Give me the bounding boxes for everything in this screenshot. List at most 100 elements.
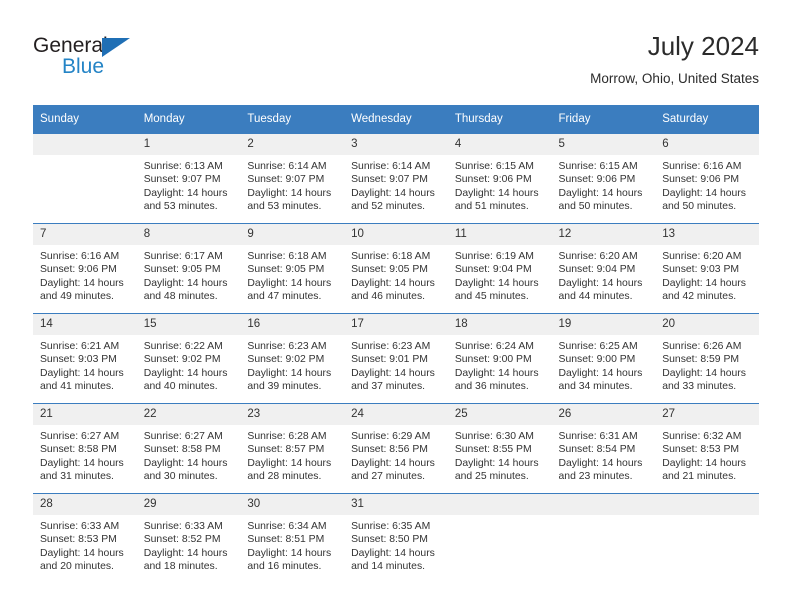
page-subtitle-location: Morrow, Ohio, United States [590, 71, 759, 86]
calendar-day-cell[interactable]: 28 Sunrise: 6:33 AM Sunset: 8:53 PM Dayligh… [33, 493, 137, 583]
day-daylight1-text: Daylight: 14 hours [40, 547, 124, 559]
day-daylight2-text: and 40 minutes. [143, 380, 218, 392]
calendar-day-cell[interactable]: 1 Sunrise: 6:13 AM Sunset: 9:07 PM Daylight… [136, 133, 241, 224]
calendar-day-cell[interactable]: 11 Sunrise: 6:19 AM Sunset: 9:04 PM Dayligh… [447, 223, 552, 314]
calendar-day-cell[interactable]: 15 Sunrise: 6:22 AM Sunset: 9:02 PM Dayligh… [136, 313, 241, 404]
calendar-day-cell[interactable]: 30 Sunrise: 6:34 AM Sunset: 8:51 PM Dayligh… [240, 493, 345, 583]
calendar-day-cell[interactable]: 18 Sunrise: 6:24 AM Sunset: 9:00 PM Dayligh… [447, 313, 552, 404]
calendar-day-cell[interactable]: 8 Sunrise: 6:17 AM Sunset: 9:05 PM Daylight… [136, 223, 241, 314]
weekday-header-wednesday: Wednesday [344, 105, 448, 134]
day-number: 16 [240, 314, 345, 335]
calendar-day-cell[interactable]: 26 Sunrise: 6:31 AM Sunset: 8:54 PM Dayligh… [551, 403, 656, 494]
calendar-day-cell[interactable]: 21 Sunrise: 6:27 AM Sunset: 8:58 PM Dayligh… [33, 403, 137, 494]
day-number: 18 [447, 314, 552, 335]
day-details: Sunrise: 6:29 AM Sunset: 8:56 PM Daylight:… [344, 425, 448, 483]
day-number [655, 494, 759, 515]
day-sunset-text: Sunset: 9:01 PM [351, 354, 428, 366]
day-number [551, 494, 656, 515]
day-details: Sunrise: 6:14 AM Sunset: 9:07 PM Daylight:… [240, 155, 344, 213]
day-sunrise-text: Sunrise: 6:22 AM [143, 341, 223, 352]
day-daylight2-text: and 53 minutes. [143, 200, 218, 212]
day-sunrise-text: Sunrise: 6:29 AM [351, 431, 431, 442]
calendar-day-cell[interactable]: 2 Sunrise: 6:14 AM Sunset: 9:07 PM Daylight… [240, 133, 345, 224]
day-number: 15 [136, 314, 241, 335]
day-sunset-text: Sunset: 9:04 PM [454, 264, 532, 276]
day-daylight1-text: Daylight: 14 hours [247, 457, 332, 469]
day-sunset-text: Sunset: 9:06 PM [662, 174, 740, 186]
day-number: 14 [33, 314, 137, 335]
day-sunrise-text: Sunrise: 6:24 AM [454, 341, 534, 352]
general-blue-logo[interactable]: General Blue [33, 34, 253, 90]
calendar-day-cell[interactable]: 13 Sunrise: 6:20 AM Sunset: 9:03 PM Dayligh… [655, 223, 759, 314]
day-details: Sunrise: 6:14 AM Sunset: 9:07 PM Daylight:… [344, 155, 448, 213]
calendar-day-cell[interactable]: 24 Sunrise: 6:29 AM Sunset: 8:56 PM Dayligh… [344, 403, 448, 494]
calendar-day-cell[interactable]: 17 Sunrise: 6:23 AM Sunset: 9:01 PM Dayligh… [344, 313, 448, 404]
day-sunrise-text: Sunrise: 6:15 AM [558, 161, 638, 172]
day-sunrise-text: Sunrise: 6:34 AM [247, 521, 327, 532]
calendar-day-cell[interactable]: 29 Sunrise: 6:33 AM Sunset: 8:52 PM Dayligh… [136, 493, 241, 583]
day-sunset-text: Sunset: 9:05 PM [351, 264, 428, 276]
day-details: Sunrise: 6:16 AM Sunset: 9:06 PM Daylight:… [33, 245, 137, 303]
weekday-header-thursday: Thursday [447, 105, 552, 134]
day-details: Sunrise: 6:17 AM Sunset: 9:05 PM Daylight:… [137, 245, 241, 303]
day-sunrise-text: Sunrise: 6:27 AM [143, 431, 223, 442]
day-daylight1-text: Daylight: 14 hours [143, 187, 228, 199]
day-daylight2-text: and 50 minutes. [558, 200, 633, 212]
day-sunset-text: Sunset: 8:51 PM [247, 534, 325, 546]
day-details: Sunrise: 6:22 AM Sunset: 9:02 PM Daylight:… [137, 335, 241, 393]
day-daylight1-text: Daylight: 14 hours [558, 367, 643, 379]
calendar-day-cell[interactable]: 27 Sunrise: 6:32 AM Sunset: 8:53 PM Dayligh… [655, 403, 759, 494]
day-daylight1-text: Daylight: 14 hours [558, 457, 643, 469]
day-daylight1-text: Daylight: 14 hours [454, 457, 539, 469]
day-sunset-text: Sunset: 9:04 PM [558, 264, 636, 276]
calendar-day-cell[interactable]: 20 Sunrise: 6:26 AM Sunset: 8:59 PM Dayligh… [655, 313, 759, 404]
calendar-day-cell[interactable]: 16 Sunrise: 6:23 AM Sunset: 9:02 PM Dayligh… [240, 313, 345, 404]
calendar-page: General Blue July 2024 Morrow, Ohio, Uni… [0, 0, 792, 612]
day-sunrise-text: Sunrise: 6:14 AM [351, 161, 431, 172]
calendar-day-cell[interactable]: 31 Sunrise: 6:35 AM Sunset: 8:50 PM Dayligh… [344, 493, 448, 583]
day-daylight1-text: Daylight: 14 hours [247, 367, 332, 379]
calendar-day-cell[interactable]: 3 Sunrise: 6:14 AM Sunset: 9:07 PM Daylight… [344, 133, 448, 224]
calendar-day-cell[interactable]: 25 Sunrise: 6:30 AM Sunset: 8:55 PM Dayligh… [447, 403, 552, 494]
calendar-day-cell[interactable]: 6 Sunrise: 6:16 AM Sunset: 9:06 PM Daylight… [655, 133, 759, 224]
day-daylight1-text: Daylight: 14 hours [454, 277, 539, 289]
calendar-day-cell[interactable]: 10 Sunrise: 6:18 AM Sunset: 9:05 PM Dayligh… [344, 223, 448, 314]
calendar-day-cell[interactable]: 7 Sunrise: 6:16 AM Sunset: 9:06 PM Daylight… [33, 223, 137, 314]
day-number: 23 [240, 404, 345, 425]
calendar-day-cell[interactable]: 14 Sunrise: 6:21 AM Sunset: 9:03 PM Dayligh… [33, 313, 137, 404]
calendar-week-row: 28 Sunrise: 6:33 AM Sunset: 8:53 PM Dayligh… [33, 493, 759, 583]
day-sunrise-text: Sunrise: 6:19 AM [454, 251, 534, 262]
calendar-header-row: Sunday Monday Tuesday Wednesday Thursday… [33, 105, 759, 134]
day-sunrise-text: Sunrise: 6:35 AM [351, 521, 431, 532]
logo-triangle-icon [102, 38, 130, 57]
day-daylight2-text: and 44 minutes. [558, 290, 633, 302]
calendar-day-cell[interactable]: 4 Sunrise: 6:15 AM Sunset: 9:06 PM Daylight… [447, 133, 552, 224]
day-number [447, 494, 552, 515]
calendar-day-cell[interactable]: 5 Sunrise: 6:15 AM Sunset: 9:06 PM Daylight… [551, 133, 656, 224]
day-daylight2-text: and 47 minutes. [247, 290, 322, 302]
day-number: 21 [33, 404, 137, 425]
day-number: 1 [136, 134, 241, 155]
calendar-day-cell[interactable]: 22 Sunrise: 6:27 AM Sunset: 8:58 PM Dayligh… [136, 403, 241, 494]
calendar-day-cell[interactable]: 19 Sunrise: 6:25 AM Sunset: 9:00 PM Dayligh… [551, 313, 656, 404]
day-number: 5 [551, 134, 656, 155]
calendar-day-cell[interactable]: 9 Sunrise: 6:18 AM Sunset: 9:05 PM Daylight… [240, 223, 345, 314]
day-sunrise-text: Sunrise: 6:17 AM [143, 251, 223, 262]
day-sunrise-text: Sunrise: 6:33 AM [143, 521, 223, 532]
day-daylight2-text: and 46 minutes. [351, 290, 426, 302]
day-daylight1-text: Daylight: 14 hours [247, 277, 332, 289]
day-daylight2-text: and 52 minutes. [351, 200, 426, 212]
day-daylight2-text: and 50 minutes. [662, 200, 737, 212]
day-daylight2-text: and 51 minutes. [454, 200, 529, 212]
day-daylight1-text: Daylight: 14 hours [351, 367, 435, 379]
day-number: 2 [240, 134, 345, 155]
day-daylight2-text: and 31 minutes. [40, 470, 114, 482]
day-sunset-text: Sunset: 9:02 PM [247, 354, 325, 366]
day-sunset-text: Sunset: 8:55 PM [454, 444, 532, 456]
calendar-day-cell[interactable]: 23 Sunrise: 6:28 AM Sunset: 8:57 PM Dayligh… [240, 403, 345, 494]
day-details: Sunrise: 6:18 AM Sunset: 9:05 PM Daylight:… [240, 245, 344, 303]
day-details: Sunrise: 6:26 AM Sunset: 8:59 PM Daylight:… [655, 335, 759, 393]
day-details: Sunrise: 6:25 AM Sunset: 9:00 PM Daylight:… [552, 335, 656, 393]
day-daylight1-text: Daylight: 14 hours [454, 187, 539, 199]
calendar-day-cell[interactable]: 12 Sunrise: 6:20 AM Sunset: 9:04 PM Dayligh… [551, 223, 656, 314]
